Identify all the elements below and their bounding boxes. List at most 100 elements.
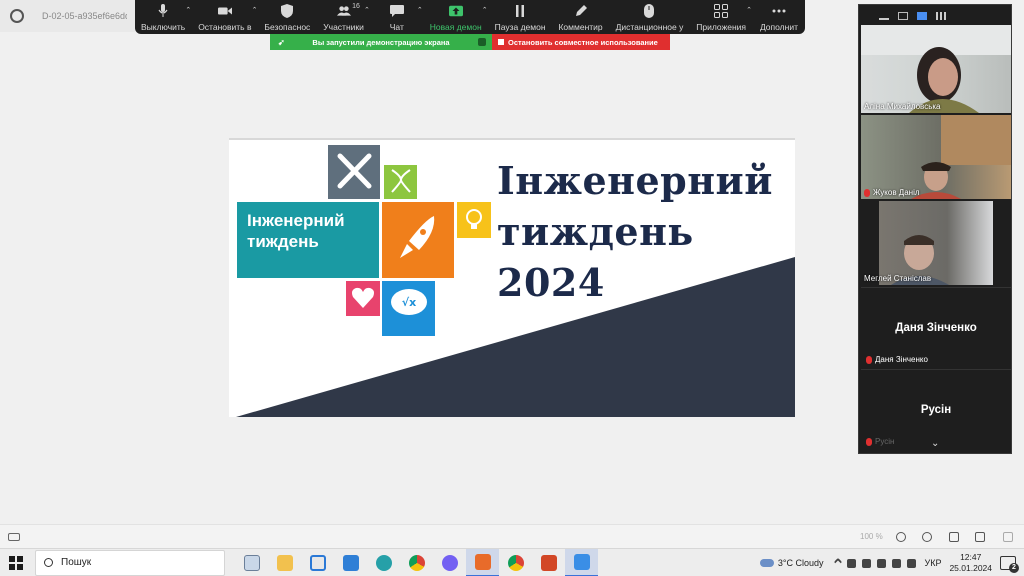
fullscreen-icon[interactable] bbox=[1003, 532, 1013, 542]
participants-video-panel: Аліна Михайловська Жуков Даніл Меглей Ст… bbox=[858, 4, 1012, 454]
slide-badge: Інженерний тиждень bbox=[237, 202, 379, 278]
file-explorer-icon[interactable] bbox=[268, 549, 301, 576]
participant-display-name: Даня Зінченко bbox=[895, 322, 977, 334]
participant-name: Даня Зінченко bbox=[866, 355, 928, 364]
zoom-in-icon[interactable] bbox=[922, 532, 932, 542]
chevron-up-icon[interactable]: ⌃ bbox=[185, 6, 191, 14]
participants-count: 16 bbox=[352, 3, 360, 10]
zoom-out-icon[interactable] bbox=[896, 532, 906, 542]
participant-name-tile[interactable]: Даня Зінченко Даня Зінченко bbox=[861, 287, 1011, 367]
security-button[interactable]: Безопаснос bbox=[264, 0, 310, 34]
chevron-up-icon[interactable]: ⌃ bbox=[417, 6, 423, 14]
remote-control-button[interactable]: Дистанционное у bbox=[615, 0, 684, 34]
more-button[interactable]: Дополнит bbox=[759, 0, 799, 34]
taskbar-search[interactable]: Пошук bbox=[35, 549, 225, 576]
chrome-icon[interactable] bbox=[400, 549, 433, 576]
strip-view-icon[interactable] bbox=[917, 12, 927, 20]
participant-name-tile[interactable]: Русін Русін bbox=[861, 369, 1011, 449]
gallery-view-icon[interactable] bbox=[936, 12, 946, 20]
battery-icon[interactable] bbox=[877, 558, 887, 568]
minimize-icon[interactable] bbox=[879, 18, 889, 20]
stop-video-label: Остановить в bbox=[198, 22, 252, 32]
browser-tab[interactable]: D-02-05-a935ef6e6dd bbox=[0, 0, 135, 32]
wifi-icon[interactable] bbox=[907, 558, 917, 568]
stop-video-button[interactable]: ⌃ Остановить в bbox=[198, 0, 257, 34]
speaker-icon[interactable] bbox=[892, 558, 902, 568]
security-label: Безопаснос bbox=[264, 22, 311, 32]
participant-video[interactable]: Аліна Михайловська bbox=[861, 25, 1011, 113]
panel-view-controls bbox=[859, 5, 1011, 27]
speaker-view-icon[interactable] bbox=[898, 12, 908, 20]
participants-icon bbox=[336, 4, 351, 18]
browser-tab-title: D-02-05-a935ef6e6dd bbox=[42, 11, 127, 21]
chevron-up-icon[interactable] bbox=[834, 557, 843, 566]
annotate-label: Комментир bbox=[558, 22, 603, 32]
zoom-icon[interactable] bbox=[466, 548, 499, 576]
leaf-icon: ➹ bbox=[278, 37, 285, 47]
powerpoint-icon[interactable] bbox=[532, 549, 565, 576]
sqrt-x-glyph: √x bbox=[402, 296, 416, 309]
headline-line-3: 2024 bbox=[497, 260, 605, 305]
stop-square-icon bbox=[498, 39, 504, 45]
shield-icon bbox=[478, 38, 486, 46]
system-tray: 3°C Cloudy УКР 12:47 25.01.2024 2 bbox=[759, 549, 1024, 576]
file-manager-icon[interactable] bbox=[235, 549, 268, 576]
participant-video[interactable]: Меглей Станіслав bbox=[861, 201, 1011, 285]
microphone-icon[interactable] bbox=[862, 558, 872, 568]
participant-name: Аліна Михайловська bbox=[864, 102, 941, 111]
network-icon[interactable] bbox=[847, 558, 857, 568]
meeting-toolbar: ⌃ Выключить ⌃ Остановить в Безопаснос 16… bbox=[135, 0, 805, 34]
chat-label: Чат bbox=[389, 22, 404, 32]
clock-time: 12:47 bbox=[960, 552, 982, 562]
mute-label: Выключить bbox=[141, 22, 186, 32]
search-icon bbox=[44, 558, 53, 567]
participant-video-frame bbox=[861, 25, 1011, 113]
weather-text: 3°C Cloudy bbox=[777, 558, 824, 568]
muted-mic-icon bbox=[866, 437, 872, 446]
more-label: Дополнит bbox=[759, 22, 798, 32]
mute-button[interactable]: ⌃ Выключить bbox=[141, 0, 191, 34]
participants-label: Участники bbox=[323, 22, 364, 32]
chrome-icon[interactable] bbox=[499, 549, 532, 576]
windows-start-icon[interactable] bbox=[9, 555, 23, 570]
stop-share-button[interactable]: Остановить совместное использование bbox=[492, 34, 670, 50]
chevron-up-icon[interactable]: ⌃ bbox=[364, 6, 370, 14]
chevron-up-icon[interactable]: ⌃ bbox=[482, 6, 488, 14]
fit-screen-icon[interactable] bbox=[949, 532, 959, 542]
stop-share-label: Остановить совместное использование bbox=[508, 37, 658, 47]
badge-line-1: Інженерний bbox=[247, 211, 345, 230]
shield-icon bbox=[280, 4, 294, 18]
store-icon[interactable] bbox=[301, 549, 334, 576]
more-icon bbox=[772, 4, 786, 18]
browser-favicon-icon bbox=[10, 9, 24, 23]
chevron-up-icon[interactable]: ⌃ bbox=[252, 6, 258, 14]
chevron-down-icon[interactable]: ⌄ bbox=[931, 438, 939, 449]
input-language[interactable]: УКР bbox=[924, 558, 941, 568]
clock[interactable]: 12:47 25.01.2024 bbox=[949, 552, 992, 574]
viber-icon[interactable] bbox=[433, 549, 466, 576]
participants-button[interactable]: 16 ⌃ Участники bbox=[323, 0, 370, 34]
new-share-button[interactable]: ⌃ Новая демон bbox=[430, 0, 488, 34]
mail-icon[interactable] bbox=[334, 549, 367, 576]
weather-widget[interactable]: 3°C Cloudy bbox=[759, 558, 824, 568]
participant-video[interactable]: Жуков Даніл bbox=[861, 115, 1011, 199]
window-mode-icon[interactable] bbox=[975, 532, 985, 542]
chevron-up-icon[interactable]: ⌃ bbox=[746, 6, 752, 14]
search-placeholder: Пошук bbox=[61, 557, 92, 568]
annotate-button[interactable]: Комментир bbox=[558, 0, 603, 34]
sharing-indicator: ➹ Вы запустили демонстрацию экрана bbox=[270, 34, 492, 50]
chat-button[interactable]: ⌃ Чат bbox=[377, 0, 423, 34]
notifications-icon[interactable]: 2 bbox=[1000, 556, 1019, 573]
edge-icon[interactable] bbox=[367, 549, 400, 576]
keyboard-icon[interactable] bbox=[8, 532, 20, 541]
pause-share-label: Пауза демон bbox=[494, 22, 546, 32]
annotate-pen-icon bbox=[574, 4, 588, 18]
share-status-banner: ➹ Вы запустили демонстрацию экрана Остан… bbox=[270, 34, 670, 50]
os-taskbar: Пошук 3°C Cloudy УКР 12:47 25.01.2024 2 bbox=[0, 548, 1024, 576]
pause-share-button[interactable]: Пауза демон bbox=[495, 0, 546, 34]
apps-button[interactable]: ⌃ Приложения bbox=[696, 0, 752, 34]
microphone-icon bbox=[156, 4, 170, 18]
participant-video-frame bbox=[879, 201, 993, 285]
remote-control-label: Дистанционное у bbox=[615, 22, 684, 32]
app-icon[interactable] bbox=[565, 548, 598, 576]
